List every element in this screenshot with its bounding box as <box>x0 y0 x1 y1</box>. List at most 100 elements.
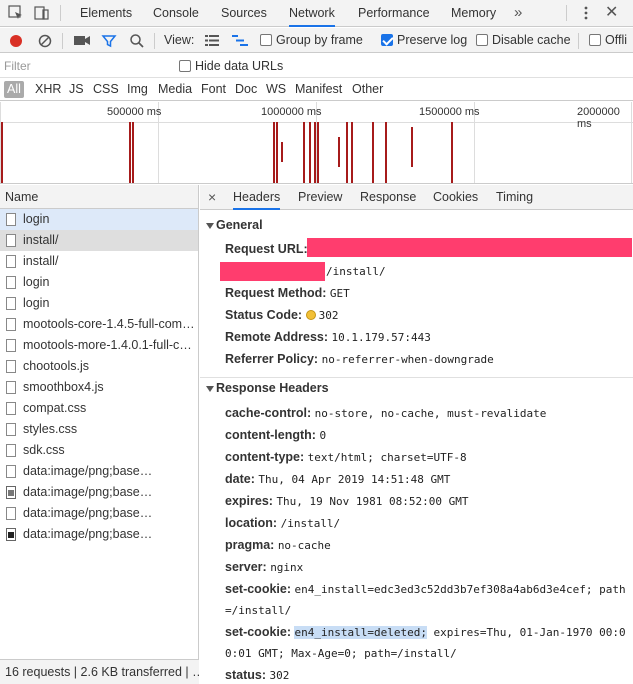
capture-screenshots-icon[interactable] <box>73 34 91 47</box>
type-all[interactable]: All <box>4 81 24 98</box>
request-bar <box>411 127 413 167</box>
header-row-set-cookie: set-cookie: en4_install=edc3ed3c52dd3b7e… <box>225 578 626 601</box>
header-value: no-cache <box>277 539 331 552</box>
tab-response[interactable]: Response <box>360 185 416 210</box>
tab-elements[interactable]: Elements <box>80 0 132 27</box>
request-row[interactable]: styles.css <box>0 419 198 440</box>
request-row[interactable]: chootools.js <box>0 356 198 377</box>
clear-icon[interactable] <box>37 33 53 49</box>
response-headers-section-header[interactable]: Response Headers <box>200 377 633 398</box>
type-font[interactable]: Font <box>201 81 226 98</box>
type-other[interactable]: Other <box>352 81 383 98</box>
checkbox-box[interactable] <box>589 34 601 46</box>
header-name: content-length: <box>225 428 316 442</box>
tab-cookies[interactable]: Cookies <box>433 185 478 210</box>
more-options-icon[interactable] <box>583 5 589 21</box>
request-row[interactable]: install/ <box>0 230 198 251</box>
large-rows-icon[interactable] <box>205 34 219 47</box>
offline-checkbox[interactable]: Offli <box>589 28 627 53</box>
search-icon[interactable] <box>129 33 145 49</box>
request-row[interactable]: login <box>0 272 198 293</box>
waterfall-icon[interactable] <box>232 34 248 47</box>
request-bar <box>303 122 305 183</box>
header-value: no-store, no-cache, must-revalidate <box>314 407 547 420</box>
request-name: data:image/png;base… <box>23 506 153 520</box>
preserve-log-checkbox[interactable]: Preserve log <box>381 28 467 53</box>
request-method-value: GET <box>329 287 350 300</box>
type-media[interactable]: Media <box>158 81 192 98</box>
header-row: server: nginx <box>225 556 303 579</box>
tab-preview[interactable]: Preview <box>298 185 342 210</box>
tab-sources[interactable]: Sources <box>221 0 267 27</box>
request-name: mootools-more-1.4.0.1-full-c… <box>23 338 192 352</box>
request-row[interactable]: mootools-more-1.4.0.1-full-c… <box>0 335 198 356</box>
request-bar <box>273 122 275 183</box>
group-by-frame-label: Group by frame <box>276 33 363 47</box>
remote-address-value: 10.1.179.57:443 <box>331 331 431 344</box>
tab-performance[interactable]: Performance <box>358 0 430 27</box>
toolbar-divider <box>578 33 579 49</box>
request-row[interactable]: data:image/png;base… <box>0 461 198 482</box>
close-detail-icon[interactable]: × <box>208 185 216 209</box>
selected-text[interactable]: en4_install=deleted; <box>294 626 427 639</box>
preserve-log-label: Preserve log <box>397 33 468 47</box>
type-manifest[interactable]: Manifest <box>295 81 342 98</box>
request-row[interactable]: smoothbox4.js <box>0 377 198 398</box>
toolbar-divider <box>566 5 567 21</box>
script-icon <box>6 318 16 331</box>
request-row[interactable]: login <box>0 293 198 314</box>
request-name: install/ <box>23 233 59 247</box>
checkbox-box[interactable] <box>476 34 488 46</box>
checkbox-box-checked[interactable] <box>381 34 393 46</box>
network-overview-timeline[interactable]: 500000 ms 1000000 ms 1500000 ms 2000000 … <box>0 102 633 184</box>
type-doc[interactable]: Doc <box>235 81 257 98</box>
device-toolbar-icon[interactable] <box>34 5 50 21</box>
request-row[interactable]: data:image/png;base… <box>0 482 198 503</box>
checkbox-box[interactable] <box>260 34 272 46</box>
request-row[interactable]: data:image/png;base… <box>0 524 198 545</box>
record-icon[interactable] <box>8 33 24 49</box>
request-name: sdk.css <box>23 443 65 457</box>
request-row[interactable]: sdk.css <box>0 440 198 461</box>
request-bar <box>314 122 316 183</box>
header-name: pragma: <box>225 538 275 552</box>
type-img[interactable]: Img <box>127 81 148 98</box>
type-xhr[interactable]: XHR <box>35 81 61 98</box>
request-name: install/ <box>23 254 59 268</box>
checkbox-box[interactable] <box>179 60 191 72</box>
group-by-frame-checkbox[interactable]: Group by frame <box>260 28 363 53</box>
filter-input[interactable] <box>4 57 164 75</box>
header-name: expires: <box>225 494 273 508</box>
request-bar <box>372 122 374 183</box>
more-tabs-icon[interactable]: » <box>514 0 522 26</box>
tab-headers[interactable]: Headers <box>233 185 281 210</box>
close-devtools-icon[interactable]: ✕ <box>605 2 618 24</box>
request-name: data:image/png;base… <box>23 464 153 478</box>
tab-timing[interactable]: Timing <box>496 185 533 210</box>
document-icon <box>6 255 16 268</box>
offline-label: Offli <box>605 33 627 47</box>
header-value: expires=Thu, 01-Jan-1970 00:0 <box>426 626 626 639</box>
tab-memory[interactable]: Memory <box>451 0 496 27</box>
hide-data-urls-label: Hide data URLs <box>195 59 284 73</box>
request-row[interactable]: compat.css <box>0 398 198 419</box>
inspect-element-icon[interactable] <box>8 5 24 21</box>
request-bar <box>281 142 283 162</box>
tab-network[interactable]: Network <box>289 0 335 27</box>
type-js[interactable]: JS <box>69 81 84 98</box>
name-column-header[interactable]: Name <box>0 185 198 209</box>
request-bar <box>451 122 453 183</box>
disable-cache-checkbox[interactable]: Disable cache <box>476 28 571 53</box>
request-row[interactable]: login <box>0 209 198 230</box>
request-row[interactable]: mootools-core-1.4.5-full-com… <box>0 314 198 335</box>
filter-icon[interactable] <box>101 33 117 49</box>
request-row[interactable]: data:image/png;base… <box>0 503 198 524</box>
tab-console[interactable]: Console <box>153 0 199 27</box>
section-title: General <box>216 218 263 232</box>
header-row: content-length: 0 <box>225 424 326 447</box>
type-css[interactable]: CSS <box>93 81 119 98</box>
general-section-header[interactable]: General <box>200 215 633 236</box>
type-ws[interactable]: WS <box>266 81 286 98</box>
hide-data-urls-checkbox[interactable]: Hide data URLs <box>179 54 283 78</box>
request-row[interactable]: install/ <box>0 251 198 272</box>
